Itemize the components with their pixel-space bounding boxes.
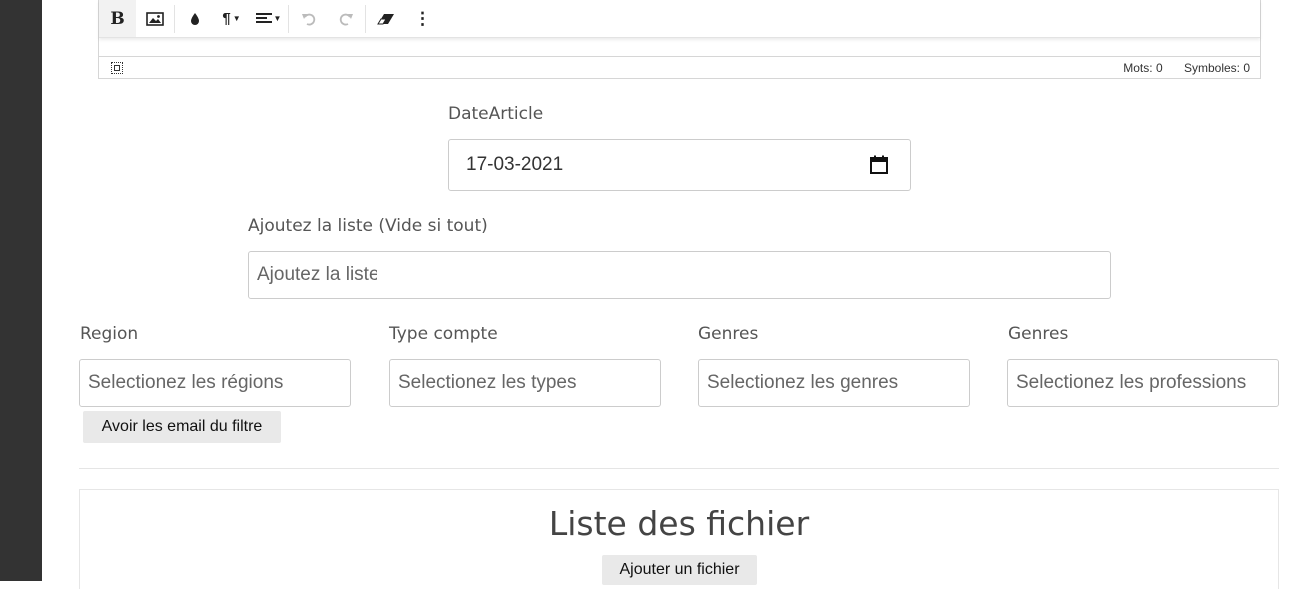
filter-label-type: Type compte (389, 324, 498, 344)
type-select[interactable]: Selectionez les types (389, 359, 661, 407)
filter-label-professions: Genres (1008, 324, 1069, 344)
paragraph-icon: ¶ (222, 10, 231, 27)
professions-select[interactable]: Selectionez les professions (1007, 359, 1279, 407)
genres-select[interactable]: Selectionez les genres (698, 359, 970, 407)
eraser-icon (376, 13, 394, 24)
chevron-down-icon: ▼ (273, 14, 282, 23)
toolbar-separator (365, 4, 366, 33)
filter-label-genres: Genres (698, 324, 759, 344)
date-label: DateArticle (448, 104, 544, 124)
align-icon (255, 13, 272, 23)
align-button[interactable]: ▼ (250, 0, 287, 37)
left-sidebar (0, 0, 42, 581)
rich-text-editor: B ¶ ▼ ▼ ⋮ Mots: 0 Symboles: 0 (98, 0, 1261, 79)
undo-button[interactable] (290, 0, 327, 37)
more-icon: ⋮ (414, 8, 431, 28)
redo-button[interactable] (327, 0, 364, 37)
divider (79, 468, 1279, 469)
redo-icon (339, 13, 353, 25)
list-placeholder: Ajoutez la liste (257, 264, 377, 285)
list-label: Ajoutez la liste (Vide si tout) (248, 216, 488, 236)
more-button[interactable]: ⋮ (404, 0, 441, 37)
calendar-icon[interactable] (869, 155, 889, 175)
image-icon (145, 11, 164, 26)
region-placeholder: Selectionez les régions (88, 372, 284, 393)
symbol-count: Symboles: 0 (1183, 60, 1250, 75)
filter-label-region: Region (80, 324, 139, 344)
eraser-button[interactable] (367, 0, 404, 37)
paragraph-button[interactable]: ¶ ▼ (213, 0, 250, 37)
image-button[interactable] (136, 0, 173, 37)
bold-button[interactable]: B (99, 0, 136, 37)
list-input[interactable]: Ajoutez la liste (248, 251, 1111, 299)
editor-counters: Mots: 0 Symboles: 0 (1105, 61, 1250, 75)
toolbar-separator (174, 4, 175, 33)
resize-handle-icon[interactable] (111, 61, 123, 74)
region-select[interactable]: Selectionez les régions (79, 359, 351, 407)
color-button[interactable] (176, 0, 213, 37)
color-drop-icon (190, 12, 199, 25)
word-count: Mots: 0 (1123, 60, 1163, 75)
toolbar-separator (288, 4, 289, 33)
genres-placeholder: Selectionez les genres (707, 372, 899, 393)
files-title: Liste des fichier (548, 504, 810, 543)
editor-toolbar: B ¶ ▼ ▼ ⋮ (99, 0, 1260, 38)
chevron-down-icon: ▼ (232, 14, 241, 23)
type-placeholder: Selectionez les types (398, 372, 577, 393)
editor-statusbar: Mots: 0 Symboles: 0 (99, 56, 1260, 78)
get-emails-button[interactable]: Avoir les email du filtre (83, 411, 281, 443)
date-value: 17-03-2021 (466, 154, 564, 175)
bold-icon: B (110, 8, 125, 29)
date-input[interactable]: 17-03-2021 (448, 139, 911, 191)
professions-placeholder: Selectionez les professions (1016, 372, 1247, 393)
files-panel: Liste des fichier Ajouter un fichier (79, 489, 1279, 589)
undo-icon (301, 13, 315, 25)
